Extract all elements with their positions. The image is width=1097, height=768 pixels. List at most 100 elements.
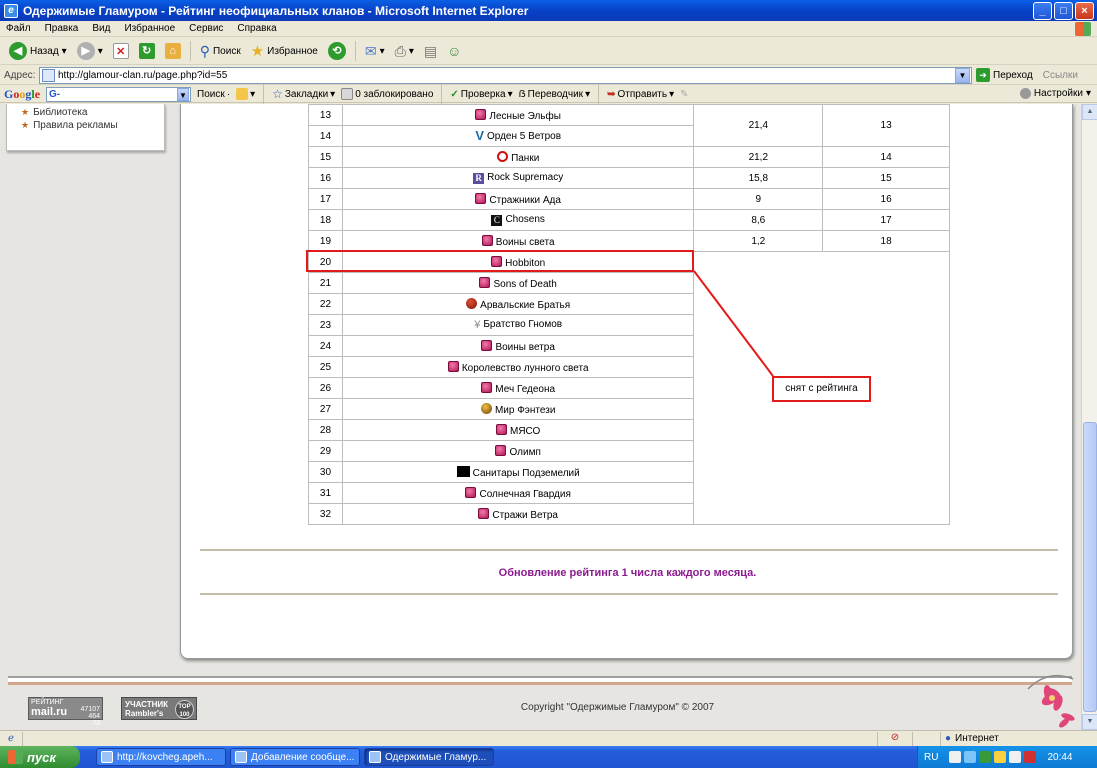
menu-favorites[interactable]: Избранное	[124, 23, 175, 34]
minimize-button[interactable]: _	[1033, 2, 1052, 20]
translate-button[interactable]: ẞ Переводчик ▾	[519, 89, 590, 100]
close-button[interactable]: ×	[1075, 2, 1094, 20]
pink-cube-icon	[495, 444, 507, 456]
table-row: 16 R Rock Supremacy 15,8 15	[308, 167, 950, 189]
send-button[interactable]: ➥ Отправить ▾	[607, 89, 674, 100]
bookmarks-button[interactable]: ☆ Закладки ▾	[272, 87, 335, 101]
clan-name: Арвальские Братья	[480, 299, 571, 311]
back-dropdown-icon[interactable]: ▾	[62, 46, 67, 57]
mail-button[interactable]: ✉ ▾	[362, 40, 388, 62]
mail-dropdown-icon[interactable]: ▾	[380, 46, 385, 57]
ie-icon	[235, 751, 247, 763]
pink-cube-icon	[475, 108, 487, 120]
spellcheck-button[interactable]: ✓ Проверка ▾	[450, 89, 512, 100]
network-icon[interactable]	[964, 751, 977, 763]
task-label: Одержимые Гламур...	[385, 751, 487, 763]
search-button[interactable]: ⚲ Поиск	[197, 40, 244, 62]
language-indicator[interactable]: RU	[924, 752, 938, 763]
google-sites-button[interactable]: ▾	[236, 88, 255, 100]
sidebar-item-label: Правила рекламы	[33, 120, 118, 131]
taskbar-item-add-message[interactable]: Добавление сообще...	[230, 748, 360, 766]
google-search-input[interactable]: G- ▼	[46, 86, 192, 102]
start-button[interactable]: пуск	[0, 746, 80, 768]
rank-number: 18	[308, 209, 343, 231]
tray-icon[interactable]	[994, 751, 1007, 763]
windows-flag-icon	[8, 750, 23, 764]
stop-button[interactable]: ✕	[110, 40, 132, 62]
history-button[interactable]: ⟲	[325, 40, 349, 62]
highlight-rectangle	[306, 250, 694, 272]
search-label: Поиск	[212, 45, 241, 57]
sidebar-item-ad-rules[interactable]: ★ Правила рекламы	[21, 119, 164, 132]
go-arrow-icon: ➜	[976, 68, 990, 82]
address-input[interactable]: http://glamour-clan.ru/page.php?id=55 ▼	[39, 66, 972, 84]
back-button[interactable]: ◀ Назад ▾	[6, 40, 70, 62]
sidebar-item-label: Библиотека	[33, 107, 88, 118]
scroll-thumb[interactable]	[1083, 422, 1097, 712]
go-button[interactable]: ➜ Переход	[976, 68, 1033, 82]
print-button[interactable]: ⎙ ▾	[392, 40, 417, 62]
address-dropdown-icon[interactable]: ▼	[955, 67, 970, 83]
clan-name-cell: Арвальские Братья	[341, 293, 695, 315]
menu-edit[interactable]: Правка	[45, 23, 79, 34]
google-search-button[interactable]: Поиск ·	[197, 89, 230, 100]
google-logo[interactable]: Google	[4, 87, 40, 102]
clan-name: Стражники Ада	[489, 194, 561, 206]
google-settings-button[interactable]: Настройки ▾	[1019, 88, 1091, 99]
rank-number: 21	[308, 272, 343, 294]
security-icon[interactable]	[1024, 751, 1037, 763]
volume-icon[interactable]	[1009, 751, 1022, 763]
scroll-up-icon[interactable]: ▲	[1082, 104, 1097, 120]
forward-button[interactable]: ▶ ▾	[74, 40, 106, 62]
maximize-button[interactable]: □	[1054, 2, 1073, 20]
menu-help[interactable]: Справка	[237, 23, 276, 34]
taskbar-item-glamour[interactable]: Одержимые Гламур...	[364, 748, 494, 766]
popup-blocker-button[interactable]: 0 заблокировано	[341, 88, 433, 100]
home-button[interactable]: ⌂	[162, 40, 184, 62]
pink-cube-icon	[475, 192, 487, 204]
clan-name-cell: C Chosens	[341, 209, 695, 231]
table-row: 18 C Chosens 8,6 17	[308, 209, 950, 231]
forward-dropdown-icon[interactable]: ▾	[98, 46, 103, 57]
search-icon: ⚲	[199, 42, 210, 59]
rank-number: 24	[308, 335, 343, 357]
highlight-button[interactable]: ✎	[680, 89, 688, 100]
taskbar-item-kovcheg[interactable]: http://kovcheg.apeh...	[96, 748, 226, 766]
edit-button[interactable]: ▤	[421, 40, 440, 62]
tray-icon[interactable]	[949, 751, 962, 763]
rating-value: 9	[693, 188, 824, 210]
table-row: 13 Лесные Эльфы 21,4 13	[308, 104, 950, 147]
menu-file[interactable]: Файл	[6, 23, 31, 34]
toolbar-separator	[189, 41, 191, 61]
status-cell	[912, 731, 940, 746]
clan-name-cell: МЯСО	[341, 419, 695, 441]
table-row: 17 Стражники Ада 9 16	[308, 188, 950, 210]
sidebar-item-library[interactable]: ★ Библиотека	[21, 106, 164, 119]
favorites-button[interactable]: ★ Избранное	[248, 40, 321, 62]
google-search-dropdown-icon[interactable]: ▼	[177, 87, 190, 101]
ie-icon	[369, 751, 381, 763]
place-value: 18	[822, 230, 950, 252]
window-titlebar[interactable]: e Одержимые Гламуром - Рейтинг неофициал…	[0, 0, 1097, 21]
clan-name-cell: Лесные Эльфы	[341, 104, 695, 126]
clan-name: Мир Фэнтези	[494, 404, 556, 416]
messenger-button[interactable]: ☺	[444, 40, 464, 62]
forward-arrow-icon: ▶	[76, 42, 95, 60]
clan-name-cell: Мир Фэнтези	[341, 398, 695, 420]
vertical-scrollbar[interactable]: ▲ ▼	[1081, 104, 1097, 730]
status-bar: ℯ ⊘ ● Интернет	[0, 730, 1097, 746]
tray-icon[interactable]	[979, 751, 992, 763]
menu-view[interactable]: Вид	[92, 23, 110, 34]
print-dropdown-icon[interactable]: ▾	[409, 46, 414, 57]
clan-name-cell: ¥ Братство Гномов	[341, 314, 695, 336]
scroll-down-icon[interactable]: ▼	[1082, 714, 1097, 730]
c-letter-icon: C	[491, 215, 503, 226]
clan-name-cell: Панки	[341, 146, 695, 168]
links-button[interactable]: Ссылки	[1043, 70, 1078, 81]
bullet-star-icon: ★	[21, 120, 30, 130]
refresh-button[interactable]: ↻	[136, 40, 158, 62]
toolbar-separator	[441, 84, 443, 104]
counter-value-2: 464	[88, 713, 100, 720]
rank-number: 31	[308, 482, 343, 504]
menu-tools[interactable]: Сервис	[189, 23, 223, 34]
